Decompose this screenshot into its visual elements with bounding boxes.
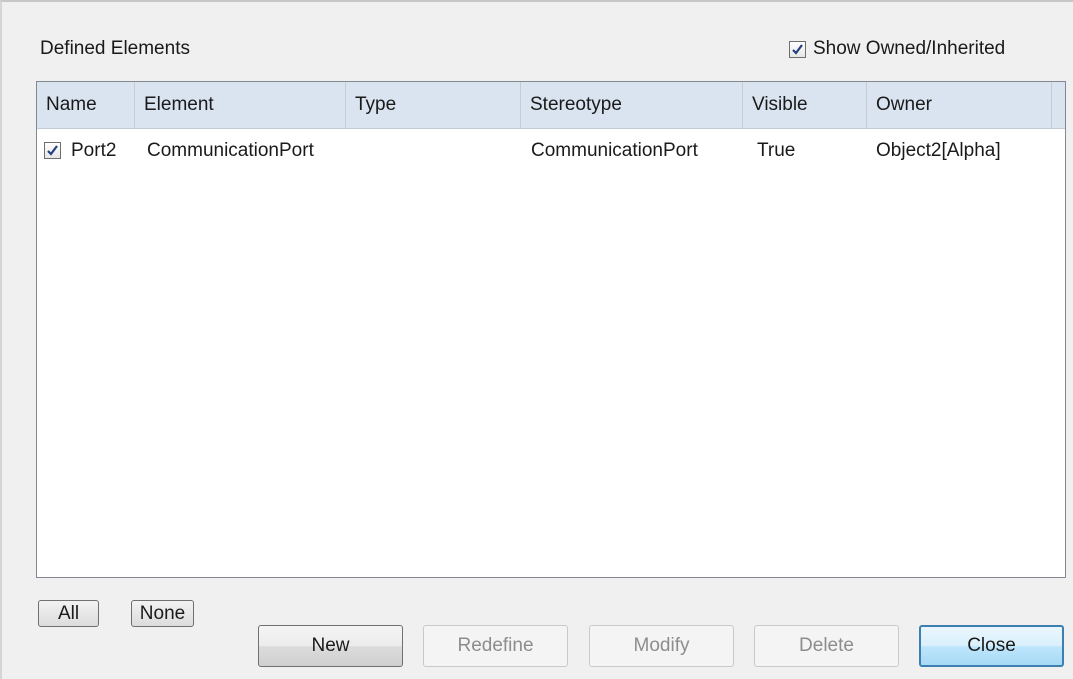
modify-button[interactable]: Modify [589, 625, 734, 667]
checkbox[interactable] [789, 40, 806, 58]
cell-stereotype: CommunicationPort [531, 140, 698, 161]
select-all-button[interactable]: All [38, 600, 99, 627]
column-header-owner[interactable]: Owner [867, 82, 1052, 128]
cell-visible: True [757, 140, 796, 161]
column-header-visible[interactable]: Visible [743, 82, 867, 128]
list-header: Name Element Type Stereotype Visible Own… [37, 82, 1065, 129]
table-row[interactable]: Port2 CommunicationPort CommunicationPor… [37, 131, 1065, 171]
cell-name: Port2 [71, 140, 117, 161]
defined-elements-dialog: Defined Elements Show Owned/Inherited Na… [0, 0, 1073, 679]
checkmark-icon [47, 145, 58, 156]
column-header-stereotype[interactable]: Stereotype [521, 82, 743, 128]
new-button[interactable]: New [258, 625, 403, 667]
show-owned-inherited-checkbox[interactable]: Show Owned/Inherited [789, 38, 1005, 60]
redefine-button[interactable]: Redefine [423, 625, 568, 667]
column-header-type[interactable]: Type [346, 82, 521, 128]
elements-list[interactable]: Name Element Type Stereotype Visible Own… [36, 81, 1066, 578]
close-button[interactable]: Close [919, 625, 1064, 667]
delete-button[interactable]: Delete [754, 625, 899, 667]
cell-owner: Object2[Alpha] [876, 140, 1001, 161]
cell-element: CommunicationPort [147, 140, 314, 161]
row-checkbox[interactable] [44, 142, 61, 159]
checkmark-icon [792, 43, 803, 55]
section-label: Defined Elements [40, 38, 190, 59]
column-header-element[interactable]: Element [135, 82, 346, 128]
show-owned-inherited-label: Show Owned/Inherited [813, 38, 1006, 59]
column-header-name[interactable]: Name [37, 82, 135, 128]
select-none-button[interactable]: None [131, 600, 194, 627]
